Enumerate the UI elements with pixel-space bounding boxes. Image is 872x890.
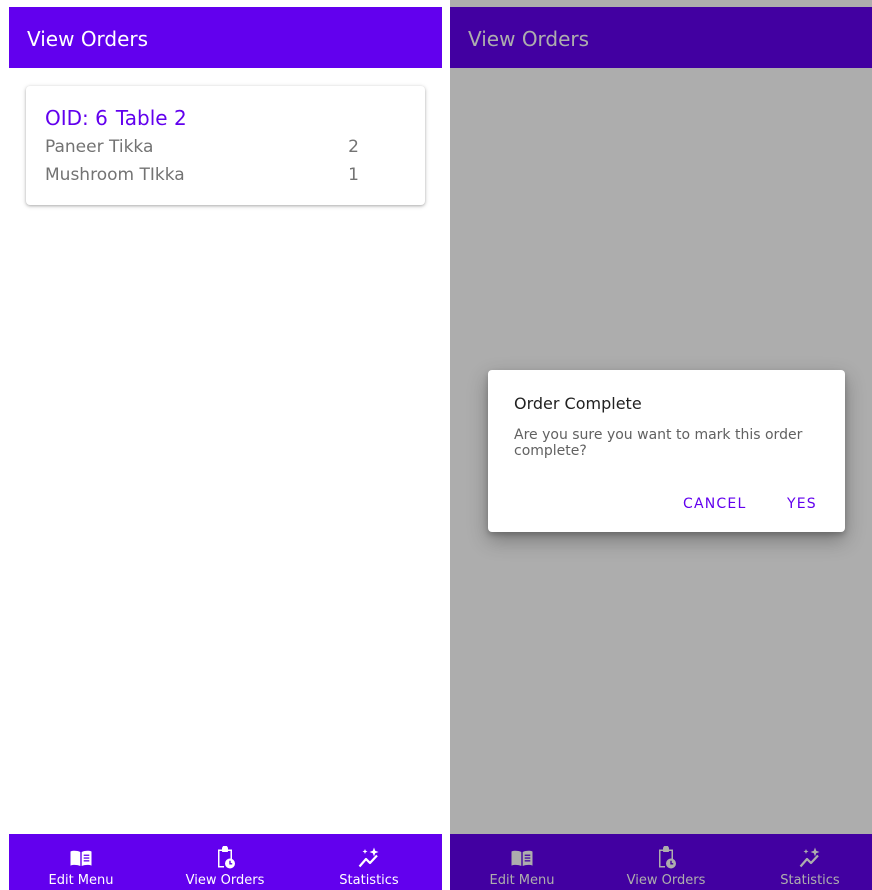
yes-button[interactable]: YES bbox=[787, 496, 817, 512]
order-item-row: Paneer Tikka 2 bbox=[45, 137, 359, 159]
order-table: Table 2 bbox=[115, 106, 187, 130]
order-complete-dialog: Order Complete Are you sure you want to … bbox=[488, 370, 845, 532]
order-item-row: Mushroom TIkka 1 bbox=[45, 165, 359, 187]
cancel-button[interactable]: CANCEL bbox=[683, 496, 746, 512]
nav-edit-menu[interactable]: Edit Menu bbox=[26, 834, 136, 890]
order-id: OID: 6 bbox=[45, 106, 108, 130]
order-item-name: Paneer Tikka bbox=[45, 137, 154, 157]
sparkle-trend-icon bbox=[358, 847, 379, 868]
orders-screen-dialog: View Orders Edit Menu View Orders Statis… bbox=[450, 0, 872, 890]
dialog-message: Are you sure you want to mark this order… bbox=[514, 427, 803, 459]
bottom-navigation: Edit Menu View Orders Statistics bbox=[9, 834, 442, 890]
order-item-qty: 1 bbox=[348, 165, 359, 185]
nav-label: Statistics bbox=[339, 873, 399, 888]
nav-label: View Orders bbox=[185, 873, 265, 888]
clipboard-clock-icon bbox=[218, 846, 235, 869]
order-item-name: Mushroom TIkka bbox=[45, 165, 185, 185]
nav-label: Edit Menu bbox=[48, 873, 114, 888]
menu-book-icon bbox=[70, 850, 92, 866]
order-header: OID: 6 Table 2 bbox=[45, 106, 187, 130]
nav-view-orders[interactable]: View Orders bbox=[170, 834, 280, 890]
nav-statistics[interactable]: Statistics bbox=[314, 834, 424, 890]
app-bar: View Orders bbox=[9, 7, 442, 68]
order-item-qty: 2 bbox=[348, 137, 359, 157]
order-card[interactable]: OID: 6 Table 2 Paneer Tikka 2 Mushroom TI… bbox=[26, 86, 425, 205]
app-bar-title: View Orders bbox=[27, 27, 149, 51]
orders-screen: View Orders OID: 6 Table 2 Paneer Tikka 2… bbox=[9, 0, 442, 890]
dialog-title: Order Complete bbox=[514, 394, 642, 413]
